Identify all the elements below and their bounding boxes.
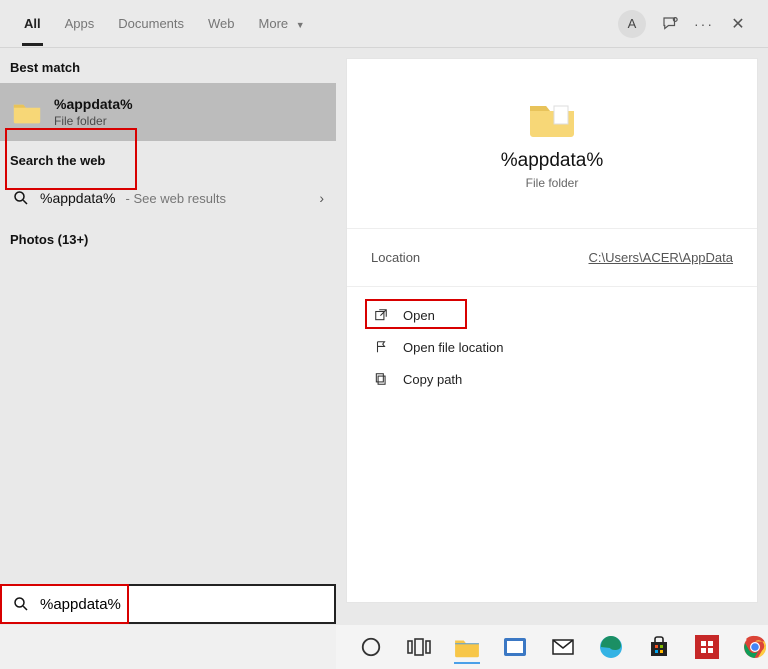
microsoft-store-icon[interactable]	[646, 634, 672, 660]
tab-more[interactable]: More ▼	[247, 2, 317, 45]
photos-label[interactable]: Photos (13+)	[0, 220, 336, 255]
action-open-label: Open	[403, 308, 435, 323]
tab-more-label: More	[259, 16, 289, 31]
copy-icon	[373, 371, 389, 387]
details-actions: Open Open file location Copy path	[347, 287, 757, 407]
open-icon	[373, 307, 389, 323]
feedback-icon[interactable]	[660, 14, 680, 34]
search-input[interactable]	[40, 596, 324, 613]
task-view-icon[interactable]	[406, 634, 432, 660]
search-web-label: Search the web	[0, 141, 336, 176]
result-title: %appdata%	[54, 96, 133, 112]
chevron-right-icon: ›	[319, 190, 324, 206]
action-open-file-location-label: Open file location	[403, 340, 503, 355]
web-query-text: %appdata%	[40, 190, 116, 206]
more-options-icon[interactable]: ···	[694, 14, 714, 34]
search-icon	[12, 595, 30, 613]
tabs-container: All Apps Documents Web More ▼	[0, 2, 317, 45]
search-tab-bar: All Apps Documents Web More ▼ A ··· ✕	[0, 0, 768, 48]
details-subtitle: File folder	[526, 176, 579, 190]
best-match-result[interactable]: %appdata% File folder	[0, 83, 336, 141]
cortana-icon[interactable]	[358, 634, 384, 660]
file-explorer-icon[interactable]	[454, 634, 480, 660]
word-icon[interactable]	[502, 634, 528, 660]
web-result-row[interactable]: %appdata% - See web results ›	[0, 176, 336, 220]
details-header: %appdata% File folder	[347, 59, 757, 229]
close-icon[interactable]: ✕	[728, 14, 748, 34]
user-avatar[interactable]: A	[618, 10, 646, 38]
action-open-file-location[interactable]: Open file location	[367, 331, 737, 363]
best-match-texts: %appdata% File folder	[54, 96, 133, 128]
topbar-right: A ··· ✕	[618, 10, 768, 38]
location-path-link[interactable]: C:\Users\ACER\AppData	[589, 250, 734, 265]
folder-location-icon	[373, 339, 389, 355]
details-pane: %appdata% File folder Location C:\Users\…	[336, 48, 768, 625]
edge-icon[interactable]	[598, 634, 624, 660]
best-match-label: Best match	[0, 48, 336, 83]
chrome-icon[interactable]	[742, 634, 768, 660]
taskbar	[336, 625, 768, 669]
web-hint-text: - See web results	[126, 191, 226, 206]
action-open[interactable]: Open	[367, 299, 737, 331]
details-title: %appdata%	[501, 150, 603, 172]
details-card: %appdata% File folder Location C:\Users\…	[346, 58, 758, 603]
details-location-row: Location C:\Users\ACER\AppData	[347, 229, 757, 287]
folder-icon	[12, 100, 42, 124]
action-copy-path-label: Copy path	[403, 372, 462, 387]
chevron-down-icon: ▼	[296, 20, 305, 30]
folder-icon	[528, 98, 576, 138]
tab-apps[interactable]: Apps	[53, 2, 107, 45]
app-icon-red[interactable]	[694, 634, 720, 660]
results-pane: Best match %appdata% File folder Search …	[0, 48, 336, 625]
tab-all[interactable]: All	[12, 2, 53, 45]
main-area: Best match %appdata% File folder Search …	[0, 48, 768, 625]
search-icon	[12, 189, 30, 207]
action-copy-path[interactable]: Copy path	[367, 363, 737, 395]
mail-icon[interactable]	[550, 634, 576, 660]
tab-documents[interactable]: Documents	[106, 2, 196, 45]
location-label: Location	[371, 250, 420, 265]
tab-web[interactable]: Web	[196, 2, 247, 45]
taskbar-search-box[interactable]	[0, 584, 336, 624]
result-subtitle: File folder	[54, 114, 133, 128]
